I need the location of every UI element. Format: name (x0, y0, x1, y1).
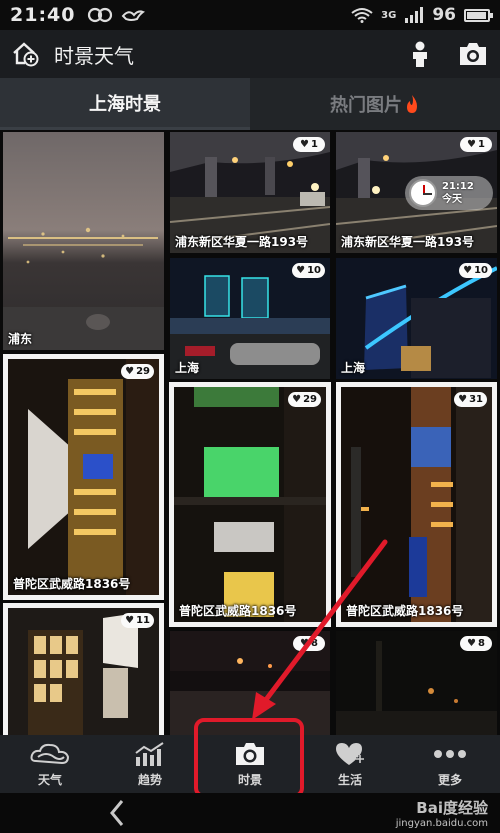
nav-more[interactable]: 更多 (400, 735, 500, 793)
weather-cloud-icon (30, 741, 70, 767)
tab-label: 上海时景 (89, 93, 161, 115)
more-dots-icon (432, 741, 468, 767)
title-bar: 时景天气 (0, 30, 500, 78)
camera-icon[interactable] (458, 42, 488, 66)
nav-trend[interactable]: 趋势 (100, 735, 200, 793)
nav-label: 生活 (337, 772, 362, 787)
status-right: 3G 96 (351, 5, 493, 25)
flame-icon (404, 94, 420, 114)
wifi-icon (351, 7, 373, 23)
watermark: Bai度经验 jingyan.baidu.com (396, 797, 488, 829)
nav-weather[interactable]: 天气 (0, 735, 100, 793)
title-actions (410, 41, 488, 67)
status-notification-icons (87, 7, 146, 23)
photo-grid: 浦东 ♥ 1 浦东新区华夏一路193号 ♥ 1 21:12 今天 浦东新区华夏一… (0, 130, 500, 735)
heart-plus-icon (334, 741, 366, 767)
infinity-icon (87, 7, 113, 23)
trend-chart-icon (134, 741, 166, 767)
bird-icon (121, 7, 146, 23)
back-arrow-icon[interactable] (108, 799, 126, 827)
home-add-icon[interactable] (12, 41, 40, 67)
tab-shanghai-scenes[interactable]: 上海时景 (0, 78, 250, 130)
tab-bar: 上海时景 热门图片 (0, 78, 500, 130)
status-bar: 21:40 3G 96 (0, 0, 500, 30)
nav-label: 趋势 (137, 772, 162, 787)
nav-label: 更多 (437, 772, 462, 787)
watermark-url: jingyan.baidu.com (395, 818, 488, 829)
status-time: 21:40 (10, 4, 76, 26)
annotation-arrow (252, 539, 388, 720)
battery-fill (467, 11, 486, 19)
network-type: 3G (381, 9, 397, 21)
system-nav-bar: Bai度经验 jingyan.baidu.com (0, 793, 500, 833)
app-title: 时景天气 (54, 43, 134, 68)
annotation-highlight-box (194, 718, 304, 798)
person-icon[interactable] (410, 41, 430, 67)
tab-hot-photos[interactable]: 热门图片 (250, 78, 500, 130)
watermark-brand: Bai度经验 (416, 799, 488, 817)
nav-life[interactable]: 生活 (300, 735, 400, 793)
tab-label: 热门图片 (330, 95, 402, 116)
battery-percent: 96 (432, 5, 456, 25)
battery-icon (464, 8, 493, 22)
nav-label: 天气 (37, 772, 62, 787)
signal-icon (404, 7, 424, 23)
